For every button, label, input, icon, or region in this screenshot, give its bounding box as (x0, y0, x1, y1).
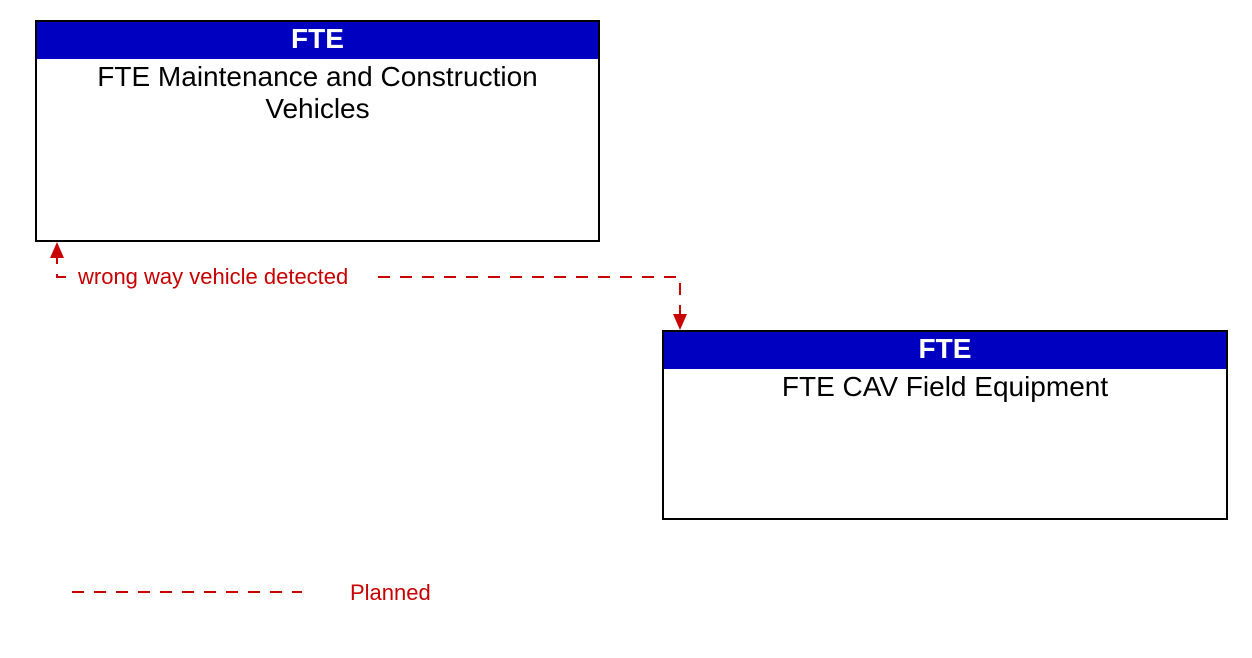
flow-label: wrong way vehicle detected (78, 264, 348, 290)
flow-path-segment-right (378, 277, 680, 320)
entity-box-maintenance-vehicles: FTE FTE Maintenance and Construction Veh… (35, 20, 600, 242)
entity-box-cav-field-equipment: FTE FTE CAV Field Equipment (662, 330, 1228, 520)
entity-header: FTE (37, 22, 598, 59)
entity-title: FTE Maintenance and Construction Vehicle… (37, 59, 598, 127)
arrowhead-down-icon (673, 314, 687, 330)
flow-path-segment-left (57, 252, 68, 277)
legend-label-planned: Planned (350, 580, 431, 606)
arrowhead-up-icon (50, 242, 64, 258)
entity-title: FTE CAV Field Equipment (664, 369, 1226, 405)
entity-header: FTE (664, 332, 1226, 369)
